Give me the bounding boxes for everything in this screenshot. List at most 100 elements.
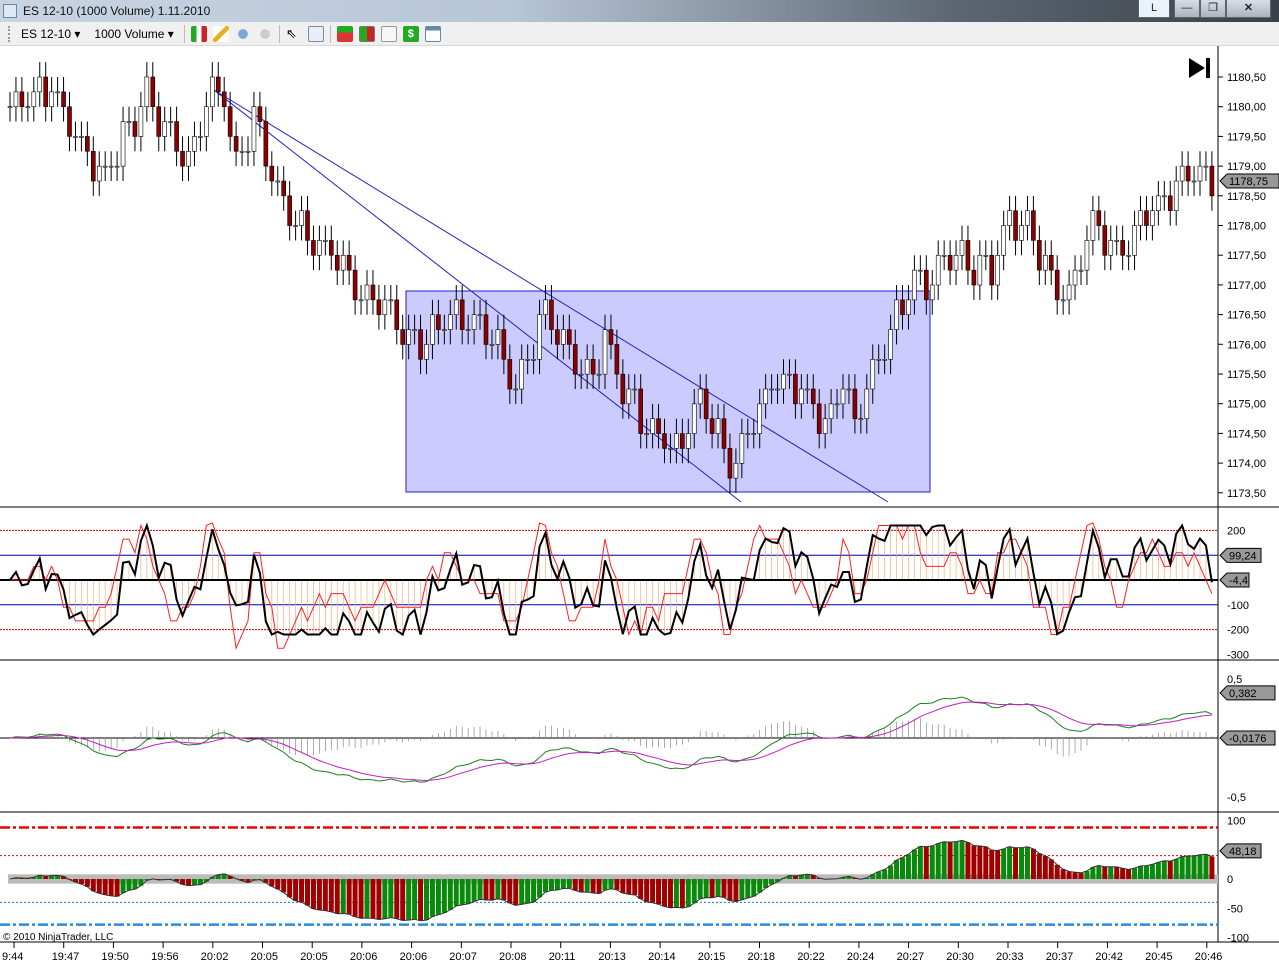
price-bar-body <box>91 150 96 182</box>
price-bar-body <box>1126 254 1131 257</box>
price-bar-body <box>108 165 114 168</box>
price-bar-body <box>888 329 893 360</box>
cci-value-label: 99,24 <box>1229 550 1257 562</box>
link-button[interactable]: L <box>1138 0 1170 18</box>
price-bar-body <box>959 240 965 256</box>
price-bar-body <box>793 373 798 405</box>
strategy-icon[interactable] <box>336 25 353 42</box>
osc-tick-label: -100 <box>1227 933 1249 945</box>
time-tick-label: 20:46 <box>1195 951 1223 963</box>
price-bar-body <box>96 165 102 182</box>
time-tick-label: 20:05 <box>300 951 328 963</box>
price-bar-body <box>43 76 49 108</box>
price-bar-body <box>13 91 19 108</box>
price-bar-body <box>947 254 953 271</box>
price-bar-body <box>328 240 334 256</box>
divider <box>183 24 185 43</box>
chart-canvas[interactable]: 1180,50 1180,00 1179,50 1179,00 1178,50 1178,… <box>0 46 1279 971</box>
minimize-button[interactable]: — <box>1174 0 1200 18</box>
price-bar-body <box>638 388 644 434</box>
toolbar-grip[interactable] <box>8 25 11 42</box>
price-bar-body <box>727 448 733 479</box>
price-bar-body <box>85 136 90 152</box>
instrument-dropdown[interactable]: ES 12-10 ▾ <box>17 27 84 41</box>
price-bar-body <box>299 210 304 226</box>
price-bar-body <box>751 433 757 435</box>
price-bar-body <box>1007 210 1012 226</box>
price-bar-body <box>757 403 763 434</box>
price-bar-body <box>132 121 138 137</box>
skip-to-end-icon[interactable] <box>1189 58 1210 78</box>
close-button[interactable]: ✕ <box>1226 0 1271 18</box>
macd-tick-label: -0,5 <box>1227 792 1246 804</box>
time-tick-label: 20:27 <box>897 951 925 963</box>
price-bar-body <box>1013 210 1018 241</box>
price-bar-body <box>198 136 203 138</box>
price-bar-body <box>352 269 358 301</box>
price-bar-body <box>608 329 614 345</box>
price-bar-body <box>507 358 513 390</box>
time-tick-label: 19:47 <box>52 951 80 963</box>
chart-toolbar: ES 12-10 ▾ 1000 Volume ▾ ⇖ $ <box>0 22 1279 46</box>
price-bar-body <box>620 373 626 405</box>
price-bar-body <box>1108 240 1114 256</box>
price-bar-body <box>906 299 911 316</box>
price-bar-body <box>477 314 483 317</box>
price-bar-body <box>894 299 899 330</box>
price-bar-body <box>977 254 983 286</box>
price-bar-body <box>983 254 989 257</box>
price-bar-body <box>1102 225 1108 256</box>
price-bar-body <box>204 106 209 137</box>
price-bar-body <box>388 299 394 302</box>
price-bar-body <box>799 388 804 405</box>
price-bar-body <box>1150 210 1155 226</box>
price-bar-body <box>376 299 382 316</box>
price-bar-body <box>596 373 602 376</box>
properties-icon[interactable] <box>424 25 441 42</box>
price-bar-body <box>876 358 882 361</box>
price-bar-body <box>775 388 780 391</box>
indicator-panel-icon[interactable] <box>380 25 397 42</box>
price-bar-body <box>680 433 685 449</box>
dollar-icon[interactable]: $ <box>402 25 419 42</box>
price-bar-body <box>1197 165 1203 182</box>
price-bar-body <box>745 433 751 435</box>
price-tick-label: 1176,50 <box>1227 310 1266 322</box>
price-bar-body <box>555 329 560 345</box>
bar-type-icon[interactable] <box>190 25 207 42</box>
price-bar-body <box>995 254 1001 286</box>
price-bar-body <box>269 165 275 182</box>
price-tick-label: 1179,00 <box>1227 161 1266 173</box>
time-tick-label: 20:02 <box>201 951 229 963</box>
price-bar-body <box>323 240 328 242</box>
chart-style-icon[interactable] <box>358 25 375 42</box>
time-tick-label: 20:42 <box>1095 951 1123 963</box>
last-price-label: 1178,75 <box>1229 176 1268 188</box>
price-bar-body <box>971 269 977 286</box>
period-label: 1000 Volume <box>94 26 165 41</box>
price-bar-body <box>644 433 649 435</box>
add-indicator-icon[interactable] <box>234 25 251 42</box>
copyright-label: © 2010 NinjaTrader, LLC <box>3 932 113 943</box>
price-bar-body <box>953 254 959 271</box>
price-bar-body <box>1179 165 1185 182</box>
cci-tick-label: 200 <box>1227 525 1245 537</box>
restore-button[interactable]: ❐ <box>1200 0 1226 18</box>
remove-indicator-icon[interactable] <box>256 25 273 42</box>
price-bar-body <box>614 344 620 375</box>
price-bar-body <box>1078 269 1084 272</box>
time-tick-label: 9:44 <box>2 951 23 963</box>
price-bar-body <box>79 136 84 138</box>
price-bar-body <box>1120 240 1125 256</box>
chart-app-icon <box>3 4 17 18</box>
price-tick-label: 1178,00 <box>1227 221 1266 233</box>
price-bar-body <box>525 358 530 361</box>
zoom-icon[interactable] <box>307 25 324 42</box>
price-bar-body <box>430 314 435 345</box>
macd-value-label: 0,382 <box>1229 688 1257 700</box>
price-bar-body <box>721 418 727 449</box>
pencil-draw-icon[interactable] <box>212 25 229 42</box>
price-bar-body <box>531 358 536 361</box>
price-bar-body <box>364 284 370 301</box>
period-dropdown[interactable]: 1000 Volume ▾ <box>90 27 177 41</box>
